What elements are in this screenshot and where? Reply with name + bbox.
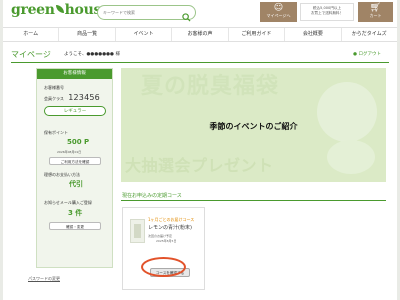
points-expiry: 2026年08月01日: [57, 150, 82, 154]
logout-link[interactable]: ● ログアウト: [353, 51, 381, 57]
customer-info-panel: お客様情報 お客様番号 会員クラス 123456 レギュラー 保有ポイント 50…: [36, 68, 113, 268]
next-delivery-label: 次回のお届け予定: [148, 234, 173, 238]
header: greenhouse ☺ マイページへ 税込5,000円以上 お買上で送料無料！…: [3, 0, 397, 26]
nav-item-home[interactable]: ホーム: [3, 28, 58, 41]
page: greenhouse ☺ マイページへ 税込5,000円以上 お買上で送料無料！…: [3, 0, 397, 300]
welcome-name: ●●●●●●●: [86, 52, 115, 57]
cart-label: カート: [369, 13, 382, 18]
nav-item-guide[interactable]: ご利用ガイド: [227, 28, 284, 41]
member-class-row: 会員クラス 123456: [44, 93, 100, 102]
points-usage-button[interactable]: ご利用方法を確認: [49, 157, 101, 165]
product-image: [130, 219, 145, 243]
search-box[interactable]: [97, 5, 196, 22]
mail-label: お知らせメール購入ご登録: [44, 200, 92, 205]
payment-method-label: 理想のお支払い方法: [44, 172, 80, 177]
shipping-notice: 税込5,000円以上 お買上で送料無料！: [300, 3, 354, 21]
customer-no-label: お客様番号: [44, 85, 64, 90]
product-name: レモンの青汁(粉末): [148, 225, 192, 231]
mail-settings-button[interactable]: 確認・変更: [49, 222, 101, 230]
cart-icon: 🛒︎: [369, 3, 382, 13]
event-banner[interactable]: 夏の脱臭福袋 大抽選会プレゼント 季節のイベントのご紹介: [121, 68, 386, 182]
logo-text-1: green: [11, 2, 55, 18]
nav-item-company[interactable]: 会社概要: [284, 28, 340, 41]
page-title: マイページ: [11, 50, 51, 59]
customer-info-header: お客様情報: [37, 69, 112, 79]
next-delivery-date: 2025年8月5日: [156, 239, 177, 243]
password-change-link[interactable]: パスワードの変更: [28, 276, 60, 282]
nav-item-voices[interactable]: お客様の声: [171, 28, 227, 41]
logo[interactable]: green house: [11, 2, 110, 18]
member-class-label: 会員クラス: [44, 96, 64, 101]
main-nav: ホーム 商品一覧 イベント お客様の声 ご利用ガイド 会社概要 からだタイムズ: [3, 27, 397, 42]
title-row: マイページ ようこそ、●●●●●●● 様 ● ログアウト: [11, 48, 389, 63]
payment-method-value: 代引: [69, 180, 83, 188]
search-icon[interactable]: [182, 7, 191, 26]
subscription-section-title: 現在お申込みの定期コース: [122, 193, 182, 199]
nav-item-products[interactable]: 商品一覧: [58, 28, 114, 41]
nav-item-times[interactable]: からだタイムズ: [340, 28, 397, 41]
member-class-value: 123456: [68, 93, 100, 102]
cart-button[interactable]: 🛒︎ カート: [358, 2, 393, 22]
mypage-button[interactable]: ☺ マイページへ: [260, 2, 297, 22]
points-value: 500 P: [67, 138, 90, 146]
highlight-oval: [141, 257, 186, 277]
welcome-prefix: ようこそ、: [64, 52, 87, 57]
welcome-suffix: 様: [115, 52, 120, 57]
course-frequency: 1ヶ月ごとのお届けコース: [148, 217, 195, 222]
search-input[interactable]: [103, 7, 177, 17]
mail-count: 3 件: [68, 209, 83, 217]
points-label: 保有ポイント: [44, 130, 68, 135]
banner-title: 季節のイベントのご紹介: [209, 122, 298, 131]
nav-item-events[interactable]: イベント: [114, 28, 171, 41]
logout-label: ログアウト: [358, 52, 382, 57]
notice-line-2: お買上で送料無料！: [310, 11, 344, 15]
mypage-label: マイページへ: [266, 13, 291, 18]
section-divider: [121, 200, 386, 201]
subscription-card: 1ヶ月ごとのお届けコース レモンの青汁(粉末) 次回のお届け予定 2025年8月…: [122, 207, 205, 290]
user-icon: ☺: [273, 3, 284, 13]
leaf-icon: [55, 5, 64, 13]
welcome-text: ようこそ、●●●●●●● 様: [64, 51, 120, 57]
member-class-button[interactable]: レギュラー: [44, 106, 106, 116]
logout-icon: ●: [353, 52, 358, 57]
